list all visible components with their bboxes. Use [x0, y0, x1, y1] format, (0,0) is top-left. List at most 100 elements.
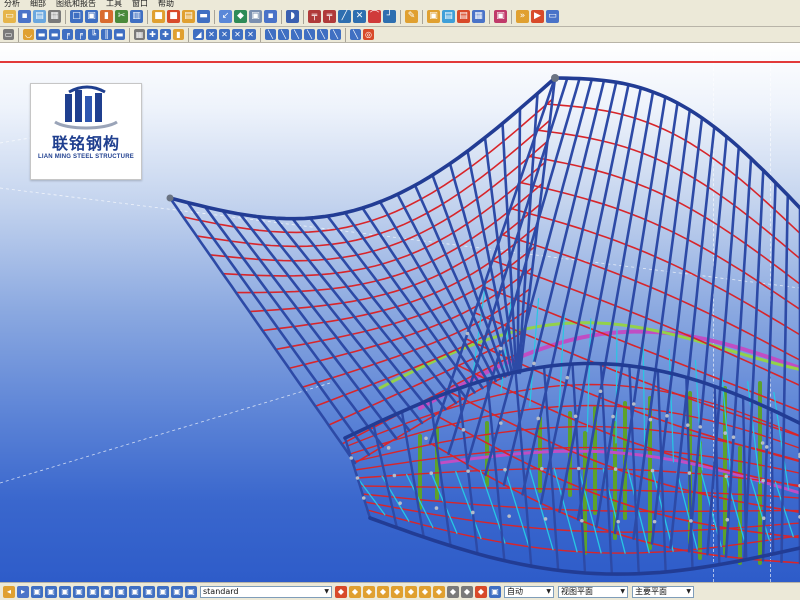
snap-center-status-icon[interactable]: ◆ [377, 585, 389, 598]
point-status-icon[interactable]: ▣ [171, 585, 183, 598]
select-all-icon[interactable]: ▭ [3, 29, 14, 40]
undo-icon[interactable]: ■ [152, 10, 165, 23]
snap-mode-value: 自动 [507, 587, 523, 596]
redo-status-icon[interactable]: ▸ [17, 585, 29, 598]
select-icon[interactable]: ▶ [531, 10, 544, 23]
print-icon[interactable]: ▦ [48, 10, 61, 23]
view-status-icon[interactable]: ▣ [73, 585, 85, 598]
snap-free-status-icon[interactable]: ◆ [447, 585, 459, 598]
snap-icon[interactable]: ✕ [353, 10, 366, 23]
menu-drawings-reports[interactable]: 图纸和报告 [56, 0, 96, 7]
window-icon[interactable]: ▭ [546, 10, 559, 23]
select-status-icon[interactable]: ▣ [31, 585, 43, 598]
pan-icon[interactable]: ✚ [160, 29, 171, 40]
copy-icon[interactable]: ▣ [85, 10, 98, 23]
snap-grid-icon[interactable]: ╲ [350, 29, 361, 40]
snap-mid-status-icon[interactable]: ◆ [363, 585, 375, 598]
selection-filter-combo[interactable]: standard ▼ [200, 585, 332, 598]
bolt-icon[interactable]: ▣ [249, 10, 262, 23]
plate-icon[interactable]: ◆ [234, 10, 247, 23]
bolt-status-icon[interactable]: ▣ [129, 585, 141, 598]
snap-mode-combo[interactable]: 自动 ▼ [504, 585, 554, 598]
grid-status-icon[interactable]: ▣ [157, 585, 169, 598]
chevron-down-icon: ▼ [324, 588, 329, 595]
redo-icon[interactable]: ■ [167, 10, 180, 23]
numbering-icon[interactable]: ✎ [405, 10, 418, 23]
paste-icon[interactable]: ▮ [100, 10, 113, 23]
filter-status-icon[interactable]: ▣ [45, 585, 57, 598]
fit-icon[interactable]: ▮ [173, 29, 184, 40]
snap-status-icon[interactable]: ◆ [335, 585, 347, 598]
select-weld-icon[interactable]: ╒ [62, 29, 73, 40]
select-object-icon[interactable]: ▬ [114, 29, 125, 40]
snap-edge-icon[interactable]: ╲ [304, 29, 315, 40]
snap-line-status-icon[interactable]: ◆ [419, 585, 431, 598]
ortho-status-icon[interactable]: ▣ [489, 585, 501, 598]
column-icon[interactable]: ↙ [219, 10, 232, 23]
chevron-down-icon: ▼ [620, 588, 625, 595]
menu-analysis[interactable]: 分析 [4, 0, 20, 7]
new-window-icon[interactable]: □ [70, 10, 83, 23]
part-status-icon[interactable]: ▣ [87, 585, 99, 598]
select-grid-icon[interactable]: ╒ [75, 29, 86, 40]
snap-nearest-status-icon[interactable]: ◆ [433, 585, 445, 598]
report-list-icon[interactable]: ▦ [472, 10, 485, 23]
point-icon[interactable]: ◗ [286, 10, 299, 23]
snap-face-icon[interactable]: ╲ [317, 29, 328, 40]
snap-extension-icon[interactable]: ╲ [330, 29, 341, 40]
report-icon[interactable]: ▣ [427, 10, 440, 23]
plane-status-icon[interactable]: ▣ [185, 585, 197, 598]
snap-mid-icon[interactable]: ✕ [206, 29, 217, 40]
menu-help[interactable]: 帮助 [158, 0, 174, 7]
snap-free-icon[interactable]: ╲ [291, 29, 302, 40]
snap-perp-status-icon[interactable]: ◆ [405, 585, 417, 598]
component-status-icon[interactable]: ▣ [115, 585, 127, 598]
secondary-brace [773, 391, 790, 491]
drawing-icon[interactable]: ▤ [442, 10, 455, 23]
model-viewport[interactable]: 联铭钢构 LIAN MING STEEL STRUCTURE [0, 43, 800, 582]
select-point-icon[interactable]: ╚ [88, 29, 99, 40]
arc-icon[interactable]: ╤ [323, 10, 336, 23]
snap-perp-icon[interactable]: ✕ [232, 29, 243, 40]
save-icon[interactable]: ▪ [18, 10, 31, 23]
properties-icon[interactable]: ▥ [130, 10, 143, 23]
forward-icon[interactable]: » [516, 10, 529, 23]
view-plane-combo[interactable]: 视图平面 ▼ [558, 585, 628, 598]
snap-end-icon[interactable]: ◢ [193, 29, 204, 40]
open-icon[interactable]: ▭ [3, 10, 16, 23]
main-plane-combo[interactable]: 主要平面 ▼ [632, 585, 694, 598]
snap-any-status-icon[interactable]: ◆ [461, 585, 473, 598]
beam-icon[interactable]: ▬ [197, 10, 210, 23]
select-bolt-icon[interactable]: ▬ [49, 29, 60, 40]
select-part-icon[interactable]: ◡ [23, 29, 34, 40]
weld-icon[interactable]: ▪ [264, 10, 277, 23]
export-icon[interactable]: ▣ [494, 10, 507, 23]
cut-icon[interactable]: ✂ [115, 10, 128, 23]
menu-window[interactable]: 窗口 [132, 0, 148, 7]
macro-icon[interactable]: ┘ [383, 10, 396, 23]
menu-detailing[interactable]: 细部 [30, 0, 46, 7]
snap-nearest-icon[interactable]: ╲ [278, 29, 289, 40]
select-assembly-icon[interactable]: ▬ [36, 29, 47, 40]
layer-status-icon[interactable]: ▣ [59, 585, 71, 598]
snap-end-status-icon[interactable]: ◆ [349, 585, 361, 598]
menu-tools[interactable]: 工具 [106, 0, 122, 7]
save-as-icon[interactable]: ▤ [33, 10, 46, 23]
weld-status-icon[interactable]: ▣ [143, 585, 155, 598]
undo-status-icon[interactable]: ◂ [3, 585, 15, 598]
line-icon[interactable]: ╤ [308, 10, 321, 23]
rotate-icon[interactable]: ✚ [147, 29, 158, 40]
snap-intersect-status-icon[interactable]: ◆ [391, 585, 403, 598]
zoom-icon[interactable]: ▦ [134, 29, 145, 40]
snap-override-status-icon[interactable]: ◆ [475, 585, 487, 598]
component-icon[interactable]: ⌒ [368, 10, 381, 23]
select-view-icon[interactable]: ║ [101, 29, 112, 40]
snap-any-icon[interactable]: ◎ [363, 29, 374, 40]
snap-line-icon[interactable]: ✕ [245, 29, 256, 40]
clash-icon[interactable]: ▤ [457, 10, 470, 23]
grid-icon[interactable]: ▤ [182, 10, 195, 23]
snap-center-icon[interactable]: ╲ [265, 29, 276, 40]
snap-intersect-icon[interactable]: ✕ [219, 29, 230, 40]
assembly-status-icon[interactable]: ▣ [101, 585, 113, 598]
measure-icon[interactable]: ╱ [338, 10, 351, 23]
